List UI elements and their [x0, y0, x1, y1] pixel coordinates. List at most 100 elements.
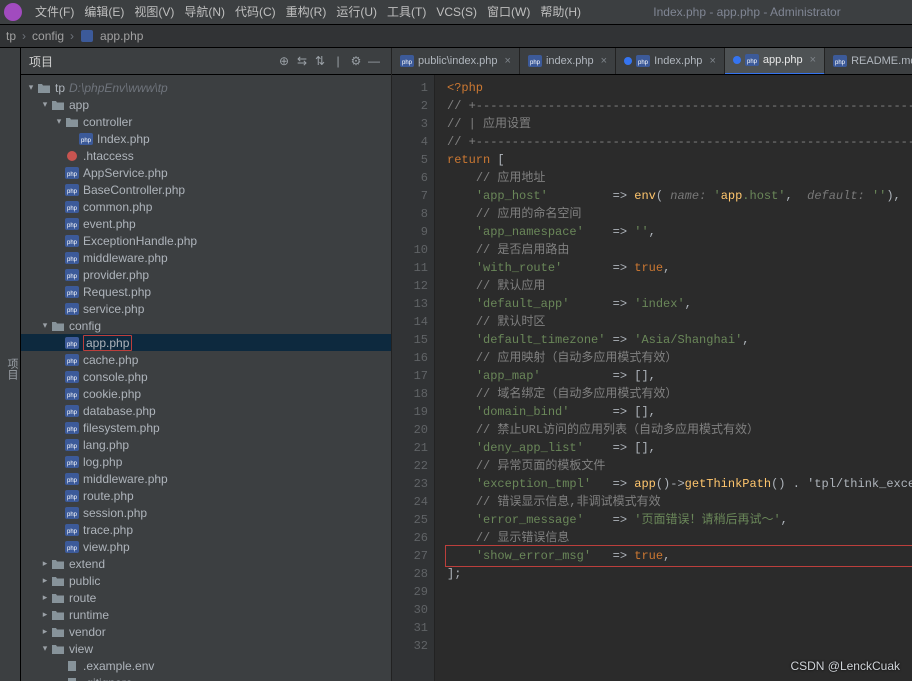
collapse-all-icon[interactable]: ⇅	[311, 54, 329, 68]
tree-node[interactable]: .example.env	[21, 657, 391, 674]
tree-node[interactable]: phpdatabase.php	[21, 402, 391, 419]
expand-arrow-icon[interactable]: ▾	[39, 99, 51, 110]
code-line[interactable]: 'show_error_msg' => true,	[447, 547, 912, 565]
source-code[interactable]: <?php// +-------------------------------…	[435, 75, 912, 681]
editor-tab[interactable]: phpIndex.php×	[616, 48, 725, 74]
code-line[interactable]: // 应用地址	[447, 169, 912, 187]
menu-item[interactable]: 代码(C)	[230, 5, 281, 19]
tree-node[interactable]: phpIndex.php	[21, 130, 391, 147]
code-line[interactable]: // 应用映射（自动多应用模式有效）	[447, 349, 912, 367]
tree-node[interactable]: phpcommon.php	[21, 198, 391, 215]
code-line[interactable]: // 默认时区	[447, 313, 912, 331]
code-line[interactable]: // 错误显示信息,非调试模式有效	[447, 493, 912, 511]
tree-node[interactable]: .htaccess	[21, 147, 391, 164]
close-icon[interactable]: ×	[601, 55, 607, 67]
tree-node[interactable]: .gitignore	[21, 674, 391, 681]
code-line[interactable]: 'default_timezone' => 'Asia/Shanghai',	[447, 331, 912, 349]
tree-node[interactable]: ▾tpD:\phpEnv\www\tp	[21, 79, 391, 96]
tree-node[interactable]: phproute.php	[21, 487, 391, 504]
tree-node[interactable]: phpcookie.php	[21, 385, 391, 402]
expand-arrow-icon[interactable]: ▸	[39, 592, 51, 603]
code-line[interactable]: // 禁止URL访问的应用列表（自动多应用模式有效）	[447, 421, 912, 439]
code-line[interactable]: 'with_route' => true,	[447, 259, 912, 277]
tree-node[interactable]: phpmiddleware.php	[21, 249, 391, 266]
code-line[interactable]: // 默认应用	[447, 277, 912, 295]
expand-arrow-icon[interactable]: ▸	[39, 609, 51, 620]
code-line[interactable]: // +------------------------------------…	[447, 97, 912, 115]
code-line[interactable]: 'default_app' => 'index',	[447, 295, 912, 313]
editor-tab[interactable]: phpREADME.md×	[825, 48, 912, 74]
code-line[interactable]: // 异常页面的模板文件	[447, 457, 912, 475]
tree-node[interactable]: phpapp.php	[21, 334, 391, 351]
breadcrumb-item[interactable]: app.php	[100, 29, 143, 43]
tree-node[interactable]: phpservice.php	[21, 300, 391, 317]
menu-item[interactable]: 文件(F)	[30, 5, 79, 19]
tree-node[interactable]: phpconsole.php	[21, 368, 391, 385]
tree-node[interactable]: phpprovider.php	[21, 266, 391, 283]
code-line[interactable]: // 是否启用路由	[447, 241, 912, 259]
menu-item[interactable]: 窗口(W)	[482, 5, 535, 19]
menu-item[interactable]: 视图(V)	[129, 5, 179, 19]
menu-item[interactable]: 导航(N)	[179, 5, 230, 19]
menu-item[interactable]: VCS(S)	[431, 5, 482, 19]
code-line[interactable]: <?php	[447, 79, 912, 97]
tree-node[interactable]: phpmiddleware.php	[21, 470, 391, 487]
menu-item[interactable]: 工具(T)	[382, 5, 431, 19]
tree-node[interactable]: phpsession.php	[21, 504, 391, 521]
code-line[interactable]: 'error_message' => '页面错误！请稍后再试～',	[447, 511, 912, 529]
tree-node[interactable]: phptrace.php	[21, 521, 391, 538]
menu-item[interactable]: 重构(R)	[281, 5, 332, 19]
tree-node[interactable]: ▸runtime	[21, 606, 391, 623]
expand-arrow-icon[interactable]: ▾	[39, 643, 51, 654]
code-line[interactable]: 'exception_tmpl' => app()->getThinkPath(…	[447, 475, 912, 493]
close-icon[interactable]: ×	[810, 54, 816, 66]
code-line[interactable]: 'app_host' => env( name: 'app.host', def…	[447, 187, 912, 205]
tree-node[interactable]: ▸route	[21, 589, 391, 606]
code-line[interactable]: 'domain_bind' => [],	[447, 403, 912, 421]
breadcrumb-item[interactable]: config	[32, 29, 64, 43]
menu-item[interactable]: 编辑(E)	[79, 5, 129, 19]
tree-node[interactable]: phpview.php	[21, 538, 391, 555]
tree-node[interactable]: ▸extend	[21, 555, 391, 572]
tree-node[interactable]: phpAppService.php	[21, 164, 391, 181]
tree-node[interactable]: phplang.php	[21, 436, 391, 453]
select-open-file-icon[interactable]: ⊕	[275, 54, 293, 68]
editor-tab[interactable]: phpapp.php×	[725, 48, 825, 75]
expand-all-icon[interactable]: ⇆	[293, 54, 311, 68]
close-icon[interactable]: ×	[709, 55, 715, 67]
expand-arrow-icon[interactable]: ▾	[39, 320, 51, 331]
tree-node[interactable]: ▾controller	[21, 113, 391, 130]
expand-arrow-icon[interactable]: ▸	[39, 575, 51, 586]
close-icon[interactable]: ×	[505, 55, 511, 67]
code-line[interactable]: // 应用的命名空间	[447, 205, 912, 223]
project-tree[interactable]: ▾tpD:\phpEnv\www\tp▾app▾controllerphpInd…	[21, 75, 391, 681]
tree-node[interactable]: phpRequest.php	[21, 283, 391, 300]
code-line[interactable]: return [	[447, 151, 912, 169]
editor-tab[interactable]: phpindex.php×	[520, 48, 616, 74]
tree-node[interactable]: ▸vendor	[21, 623, 391, 640]
code-line[interactable]: // | 应用设置	[447, 115, 912, 133]
code-line[interactable]: 'app_namespace' => '',	[447, 223, 912, 241]
expand-arrow-icon[interactable]: ▾	[25, 82, 37, 93]
hide-icon[interactable]: —	[365, 54, 383, 68]
code-line[interactable]: 'app_map' => [],	[447, 367, 912, 385]
code-line[interactable]: // 域名绑定（自动多应用模式有效）	[447, 385, 912, 403]
editor-tab[interactable]: phppublic\index.php×	[392, 48, 520, 74]
tree-node[interactable]: phpExceptionHandle.php	[21, 232, 391, 249]
code-line[interactable]: ];	[447, 565, 912, 583]
breadcrumb-item[interactable]: tp	[6, 29, 16, 43]
tree-node[interactable]: ▾view	[21, 640, 391, 657]
expand-arrow-icon[interactable]: ▸	[39, 626, 51, 637]
code-line[interactable]: // 显示错误信息	[447, 529, 912, 547]
expand-arrow-icon[interactable]: ▸	[39, 558, 51, 569]
code-line[interactable]: 'deny_app_list' => [],	[447, 439, 912, 457]
menu-item[interactable]: 运行(U)	[331, 5, 382, 19]
expand-arrow-icon[interactable]: ▾	[53, 116, 65, 127]
code-line[interactable]: // +------------------------------------…	[447, 133, 912, 151]
tree-node[interactable]: phplog.php	[21, 453, 391, 470]
menu-item[interactable]: 帮助(H)	[535, 5, 586, 19]
tree-node[interactable]: ▸public	[21, 572, 391, 589]
code-area[interactable]: 1234567891011121314151617181920212223242…	[392, 75, 912, 681]
tree-node[interactable]: ▾app	[21, 96, 391, 113]
tree-node[interactable]: phpevent.php	[21, 215, 391, 232]
